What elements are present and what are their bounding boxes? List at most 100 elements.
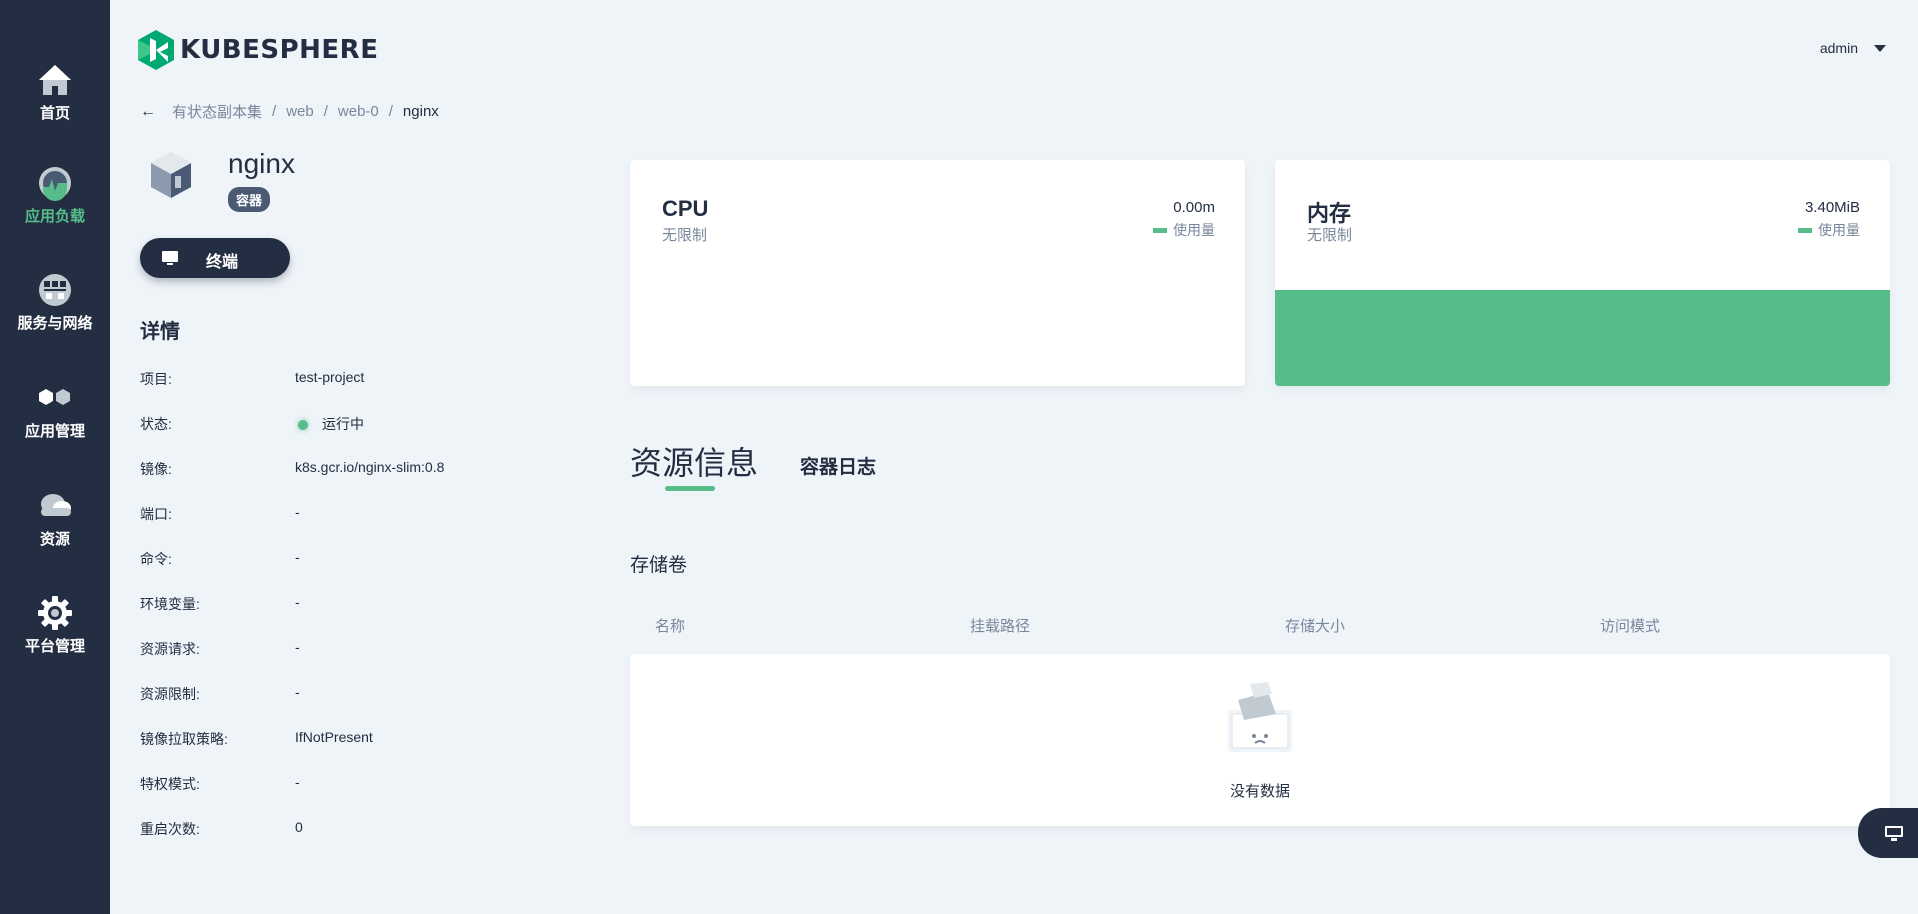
kubesphere-logo-icon	[138, 30, 174, 70]
detail-key: 资源限制:	[140, 686, 200, 702]
detail-key: 环境变量:	[140, 596, 200, 612]
sidebar-item-label: 平台管理	[24, 638, 85, 655]
sidebar-item-label: 服务与网络	[17, 315, 93, 332]
column-header-access-mode: 访问模式	[1600, 618, 1661, 635]
card-value: 3.40MiB	[1804, 199, 1860, 216]
card-subtitle: 无限制	[662, 227, 708, 244]
empty-box-icon	[1228, 682, 1292, 752]
detail-row-command: 命令: -	[140, 549, 560, 569]
tab-resource-info[interactable]: 资源信息	[630, 438, 758, 484]
network-globe-icon	[39, 274, 71, 306]
volumes-title: 存储卷	[630, 555, 688, 576]
detail-key: 镜像拉取策略:	[140, 731, 228, 747]
detail-value: -	[295, 684, 300, 700]
dashboard-gauge-icon	[39, 167, 71, 201]
logo-text: KUBESPHERE	[180, 35, 379, 65]
detail-value: k8s.gcr.io/nginx-slim:0.8	[295, 459, 445, 475]
terminal-button[interactable]: 终端	[140, 238, 290, 278]
detail-key: 镜像:	[140, 461, 172, 477]
detail-value: -	[295, 504, 300, 520]
breadcrumb-separator: /	[388, 103, 393, 120]
detail-value: IfNotPresent	[295, 729, 373, 745]
detail-row-status: 状态: 运行中	[140, 414, 560, 434]
detail-row-ports: 端口: -	[140, 504, 560, 524]
sidebar-item-resources[interactable]: 资源	[0, 488, 110, 578]
card-value: 0.00m	[1173, 199, 1215, 216]
sidebar-item-label: 应用管理	[24, 423, 85, 440]
sidebar-item-platform[interactable]: 平台管理	[0, 595, 110, 685]
sidebar-item-workloads[interactable]: 应用负载	[0, 165, 110, 255]
detail-row-resource-limits: 资源限制: -	[140, 684, 560, 704]
sidebar-item-label: 首页	[39, 105, 70, 122]
sidebar-item-network[interactable]: 服务与网络	[0, 272, 110, 362]
details-title: 详情	[140, 321, 180, 343]
detail-value: -	[295, 549, 300, 565]
container-type-badge: 容器	[228, 187, 271, 212]
detail-value: -	[295, 774, 300, 790]
legend-label: 使用量	[1173, 222, 1215, 238]
legend-label: 使用量	[1818, 222, 1860, 238]
detail-row-project: 项目: test-project	[140, 369, 560, 389]
hexagon-apps-icon	[39, 389, 70, 405]
user-name: admin	[1819, 40, 1858, 56]
home-icon	[39, 65, 71, 95]
cloud-icon	[41, 494, 71, 516]
card-title: CPU	[662, 196, 709, 221]
breadcrumb-web[interactable]: web	[286, 103, 314, 120]
detail-value: test-project	[295, 369, 365, 385]
back-arrow-icon[interactable]: ←	[140, 103, 156, 121]
legend-swatch	[1798, 227, 1812, 233]
detail-value-status: 运行中	[295, 414, 364, 434]
sidebar: 首页 应用负载 服务与网络 应用管理 资源 平台管理	[0, 0, 110, 914]
legend-swatch	[1153, 227, 1167, 233]
user-menu[interactable]: admin	[1820, 40, 1886, 56]
breadcrumb-separator: /	[323, 103, 328, 120]
detail-key: 命令:	[140, 551, 172, 567]
sidebar-item-apps[interactable]: 应用管理	[0, 380, 110, 470]
detail-value: -	[295, 594, 300, 610]
column-header-storage-size: 存储大小	[1285, 618, 1346, 635]
detail-row-env: 环境变量: -	[140, 594, 560, 614]
detail-key: 重启次数:	[140, 821, 200, 837]
detail-row-image: 镜像: k8s.gcr.io/nginx-slim:0.8	[140, 459, 560, 479]
detail-row-privileged: 特权模式: -	[140, 774, 560, 794]
status-text: 运行中	[322, 416, 364, 432]
breadcrumb-current: nginx	[402, 103, 439, 120]
breadcrumb: ← 有状态副本集 / web / web-0 / nginx	[140, 101, 439, 122]
sidebar-item-home[interactable]: 首页	[0, 62, 110, 152]
breadcrumb-pod[interactable]: web-0	[338, 103, 379, 120]
empty-state-text: 没有数据	[1229, 783, 1290, 800]
breadcrumb-separator: /	[272, 103, 277, 120]
terminal-button-label: 终端	[206, 254, 239, 271]
detail-value: 0	[295, 819, 303, 835]
detail-key: 端口:	[140, 506, 172, 522]
floating-toolbox-button[interactable]	[1858, 808, 1918, 858]
detail-row-restart-count: 重启次数: 0	[140, 819, 560, 839]
card-subtitle: 无限制	[1307, 227, 1353, 244]
toolbox-icon	[1885, 826, 1903, 841]
detail-value: -	[295, 639, 300, 655]
container-cube-icon	[151, 152, 191, 198]
tab-container-logs[interactable]: 容器日志	[800, 452, 876, 479]
card-legend: 使用量	[1798, 220, 1860, 240]
status-dot-icon	[298, 420, 308, 430]
cpu-usage-card: CPU 无限制 0.00m 使用量	[630, 160, 1245, 386]
container-name: nginx	[228, 148, 295, 179]
detail-key: 项目:	[140, 371, 172, 387]
detail-key: 资源请求:	[140, 641, 200, 657]
detail-key: 特权模式:	[140, 776, 200, 792]
sidebar-item-label: 应用负载	[24, 208, 85, 225]
terminal-icon	[162, 251, 178, 265]
gear-icon	[38, 596, 72, 630]
memory-usage-area	[1275, 290, 1890, 386]
sidebar-item-label: 资源	[39, 531, 70, 548]
column-header-name: 名称	[655, 618, 686, 635]
caret-down-icon	[1874, 44, 1886, 52]
active-tab-indicator	[665, 486, 715, 491]
kubesphere-logo[interactable]: KUBESPHERE	[138, 30, 378, 70]
detail-row-resource-requests: 资源请求: -	[140, 639, 560, 659]
volumes-table: 没有数据	[630, 654, 1890, 826]
detail-row-pull-policy: 镜像拉取策略: IfNotPresent	[140, 729, 560, 749]
breadcrumb-statefulsets[interactable]: 有状态副本集	[172, 101, 262, 122]
detail-key: 状态:	[140, 416, 172, 432]
